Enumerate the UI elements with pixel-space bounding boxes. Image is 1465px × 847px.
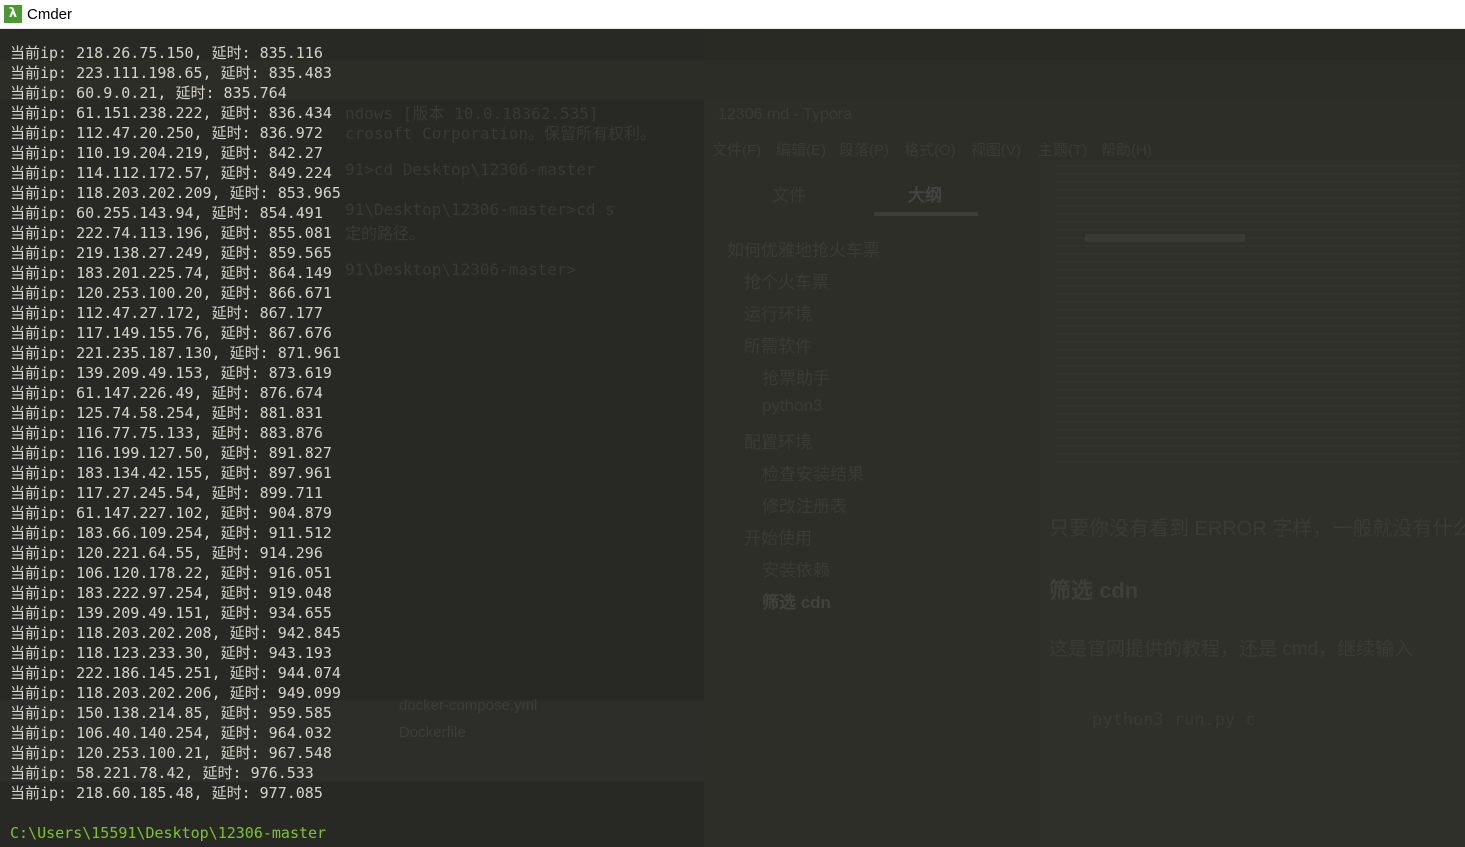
ghost-typora-menu-item: 文件(F) (712, 142, 762, 159)
ghost-doc-heading: 筛选 cdn (1049, 578, 1139, 603)
console-line: 当前ip: 61.147.227.102, 延时: 904.879 (10, 504, 332, 522)
console-line: 当前ip: 117.27.245.54, 延时: 899.711 (10, 484, 323, 502)
ghost-typora-menu-item: 主题(T) (1038, 142, 1088, 159)
ghost-doc-paragraph: 只要你没有看到 ERROR 字样，一般就没有什么 (1049, 518, 1465, 540)
ghost-cmd-line: 91>cd Desktop\12306-master (345, 160, 596, 179)
console-line: 当前ip: 60.9.0.21, 延时: 835.764 (10, 84, 287, 102)
console-line: 当前ip: 125.74.58.254, 延时: 881.831 (10, 404, 323, 422)
ghost-outline-item: 运行环境 (744, 305, 812, 324)
lambda-icon: λ (4, 5, 22, 23)
ghost-cmd-line: 定的路径。 (345, 224, 426, 243)
console-line: 当前ip: 183.134.42.155, 延时: 897.961 (10, 464, 332, 482)
console-line: 当前ip: 222.74.113.196, 延时: 855.081 (10, 224, 332, 242)
console-line: 当前ip: 110.19.204.219, 延时: 842.27 (10, 144, 323, 162)
background-terminal-screenshot (1055, 165, 1460, 465)
ghost-explorer-file: docker-compose.yml (399, 697, 538, 714)
console-line: 当前ip: 114.112.172.57, 延时: 849.224 (10, 164, 332, 182)
console-line: 当前ip: 118.203.202.208, 延时: 942.845 (10, 624, 341, 642)
console-line: 当前ip: 112.47.20.250, 延时: 836.972 (10, 124, 323, 142)
console-line: 当前ip: 118.203.202.209, 延时: 853.965 (10, 184, 341, 202)
ghost-outline-item: 抢票助手 (762, 369, 830, 388)
console-line: 当前ip: 118.123.233.30, 延时: 943.193 (10, 644, 332, 662)
ghost-doc-paragraph: 这是官网提供的教程，还是 cmd，继续输入 (1049, 639, 1414, 660)
console-line: 当前ip: 117.149.155.76, 延时: 867.676 (10, 324, 332, 342)
ghost-typora-menu-item: 编辑(E) (776, 142, 826, 159)
background-tab-underline (874, 212, 978, 216)
console-line: 当前ip: 218.60.185.48, 延时: 977.085 (10, 784, 323, 802)
ghost-typora-menu-item: 视图(V) (971, 142, 1021, 159)
ghost-outline-item: 修改注册表 (762, 497, 847, 516)
console-line: 当前ip: 120.221.64.55, 延时: 914.296 (10, 544, 323, 562)
console-line: 当前ip: 116.199.127.50, 延时: 891.827 (10, 444, 332, 462)
ghost-outline-item: 开始使用 (744, 529, 812, 548)
console-line: 当前ip: 139.209.49.153, 延时: 873.619 (10, 364, 332, 382)
console-line: 当前ip: 219.138.27.249, 延时: 859.565 (10, 244, 332, 262)
background-selection-bar (1085, 234, 1245, 242)
console-line: 当前ip: 120.253.100.21, 延时: 967.548 (10, 744, 332, 762)
ghost-cmd-line: 91\Desktop\12306-master>cd s (345, 200, 615, 219)
ghost-outline-item: python3 (762, 396, 823, 415)
console-line: 当前ip: 218.26.75.150, 延时: 835.116 (10, 44, 323, 62)
window-title: Cmder (27, 5, 73, 23)
ghost-cmd-line: crosoft Corporation。保留所有权利。 (345, 124, 657, 143)
ghost-typora-menu-item: 格式(O) (904, 142, 956, 159)
ghost-outline-item: 如何优雅地抢火车票 (727, 241, 880, 260)
ghost-tab-files: 文件 (772, 186, 806, 205)
console-line: 当前ip: 183.66.109.254, 延时: 911.512 (10, 524, 332, 542)
console-line: 当前ip: 60.255.143.94, 延时: 854.491 (10, 204, 323, 222)
console-line: 当前ip: 106.120.178.22, 延时: 916.051 (10, 564, 332, 582)
console-line: 当前ip: 139.209.49.151, 延时: 934.655 (10, 604, 332, 622)
ghost-cmd-line: 91\Desktop\12306-master> (345, 260, 577, 279)
console-output[interactable]: 当前ip: 218.26.75.150, 延时: 835.116 当前ip: 22… (10, 43, 341, 803)
ghost-outline-item: 安装依赖 (762, 561, 830, 580)
console-line: 当前ip: 183.222.97.254, 延时: 919.048 (10, 584, 332, 602)
ghost-outline-item: 配置环境 (744, 433, 812, 452)
console-line: 当前ip: 223.111.198.65, 延时: 835.483 (10, 64, 332, 82)
console-line: 当前ip: 221.235.187.130, 延时: 871.961 (10, 344, 341, 362)
console-line: 当前ip: 120.253.100.20, 延时: 866.671 (10, 284, 332, 302)
console-line: 当前ip: 58.221.78.42, 延时: 976.533 (10, 764, 314, 782)
ghost-doc-code: python3 run.py c (1092, 710, 1256, 730)
console-line: 当前ip: 118.203.202.206, 延时: 949.099 (10, 684, 341, 702)
ghost-explorer-file: Dockerfile (399, 724, 466, 741)
ghost-outline-item: 筛选 cdn (762, 593, 831, 612)
ghost-typora-menu-item: 段落(P) (839, 142, 889, 159)
console-line: 当前ip: 112.47.27.172, 延时: 867.177 (10, 304, 323, 322)
title-bar[interactable]: λ Cmder (0, 0, 1465, 29)
cmder-window: ndows [版本 10.0.18362.535] crosoft Corpor… (0, 0, 1465, 847)
console-line: 当前ip: 222.186.145.251, 延时: 944.074 (10, 664, 341, 682)
ghost-tab-outline: 大纲 (908, 186, 942, 205)
ghost-typora-title: 12306.md - Typora (718, 106, 853, 123)
console-line: 当前ip: 61.147.226.49, 延时: 876.674 (10, 384, 323, 402)
console-line: 当前ip: 106.40.140.254, 延时: 964.032 (10, 724, 332, 742)
ghost-outline-item: 检查安装结果 (762, 465, 864, 484)
console-line: 当前ip: 116.77.75.133, 延时: 883.876 (10, 424, 323, 442)
console-line: 当前ip: 183.201.225.74, 延时: 864.149 (10, 264, 332, 282)
console-prompt[interactable]: C:\Users\15591\Desktop\12306-master (10, 823, 326, 843)
console-line: 当前ip: 61.151.238.222, 延时: 836.434 (10, 104, 332, 122)
ghost-outline-item: 抢个火车票 (744, 273, 829, 292)
console-line: 当前ip: 150.138.214.85, 延时: 959.585 (10, 704, 332, 722)
ghost-outline-item: 所需软件 (744, 337, 812, 356)
ghost-typora-menu-item: 帮助(H) (1101, 142, 1152, 159)
